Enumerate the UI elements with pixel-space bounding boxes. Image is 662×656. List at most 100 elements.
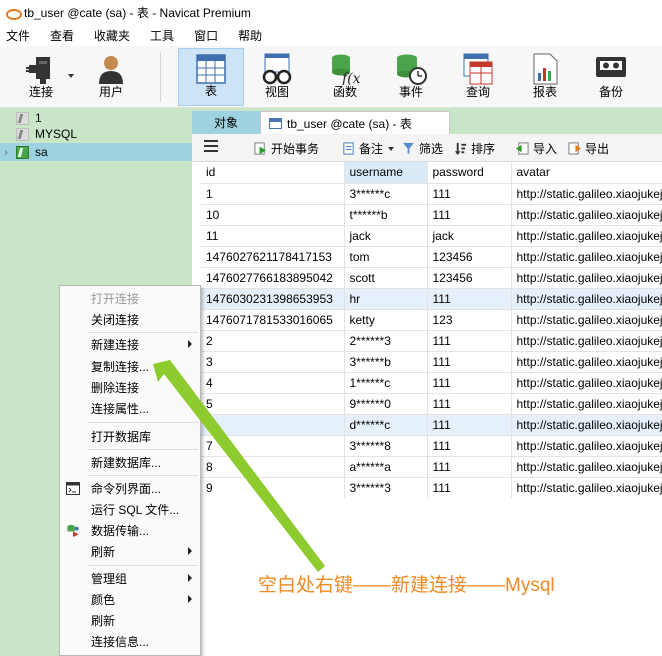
table-cell-password[interactable]: 111 — [427, 204, 512, 226]
table-cell-username[interactable]: jack — [344, 225, 428, 247]
table-cell-avatar[interactable]: http://static.galileo.xiaojukeji.com — [511, 330, 662, 352]
table-row[interactable]: 7 3******8 111 http://static.galileo.xiaoju… — [201, 435, 662, 457]
backup-button[interactable]: 备份 — [586, 48, 636, 106]
note-button[interactable]: 备注 — [342, 140, 395, 157]
menu-window[interactable]: 窗口 — [188, 27, 232, 44]
table-cell-avatar[interactable]: http://static.galileo.xiaojukeji.com — [511, 456, 662, 478]
menu-item-open-connection[interactable]: 打开连接 — [60, 288, 200, 309]
data-grid[interactable]: id username password avatar 1 3******c 111… — [201, 162, 662, 498]
table-cell-password[interactable]: 111 — [427, 477, 512, 498]
table-cell-id[interactable]: 10 — [201, 204, 345, 226]
table-button[interactable]: 表 — [178, 48, 244, 106]
menu-item-run-sql-file[interactable]: 运行 SQL 文件... — [60, 499, 200, 520]
view-button[interactable]: 视图 — [250, 48, 304, 106]
table-cell-id[interactable]: 1476071781533016065 — [201, 309, 345, 331]
menu-item-manage-group[interactable]: 管理组 — [60, 568, 200, 589]
export-button[interactable]: 导出 — [568, 140, 609, 157]
menu-tools[interactable]: 工具 — [144, 27, 188, 44]
menu-view[interactable]: 查看 — [44, 27, 88, 44]
menu-favorites[interactable]: 收藏夹 — [88, 27, 144, 44]
table-cell-password[interactable]: 111 — [427, 351, 512, 373]
table-cell-password[interactable]: 123 — [427, 309, 512, 331]
table-cell-avatar[interactable]: http://static.galileo.xiaojukeji.com — [511, 288, 662, 310]
table-row[interactable]: 11 jack jack http://static.galileo.xiaojuke… — [201, 225, 662, 247]
table-cell-username[interactable]: t******b — [344, 204, 428, 226]
query-button[interactable]: 查询 — [450, 48, 506, 106]
menu-item-data-transfer[interactable]: 数据传输... — [60, 520, 200, 541]
tree-item-mysql[interactable]: MYSQL — [0, 125, 192, 143]
function-button[interactable]: f(x) 函数 — [318, 48, 372, 106]
table-cell-username[interactable]: hr — [344, 288, 428, 310]
table-cell-password[interactable]: 123456 — [427, 246, 512, 268]
table-row[interactable]: 3 3******b 111 http://static.galileo.xiaoju… — [201, 351, 662, 373]
table-cell-username[interactable]: scott — [344, 267, 428, 289]
table-cell-avatar[interactable]: http://static.galileo.xiaojukeji.com — [511, 246, 662, 268]
menu-item-connection-properties[interactable]: 连接属性... — [60, 398, 200, 419]
table-row[interactable]: 6 d******c 111 http://static.galileo.xiaoju… — [201, 414, 662, 436]
table-row[interactable]: 5 9******0 111 http://static.galileo.xiaoju… — [201, 393, 662, 415]
table-cell-password[interactable]: 111 — [427, 393, 512, 415]
table-row[interactable]: 1476027766183895042 scott 123456 http://sta… — [201, 267, 662, 289]
menu-icon[interactable] — [204, 140, 218, 152]
table-cell-username[interactable]: 3******c — [344, 183, 428, 205]
table-cell-id[interactable]: 9 — [201, 477, 345, 498]
event-button[interactable]: 事件 — [384, 48, 438, 106]
tab-objects[interactable]: 对象 — [192, 111, 260, 134]
menu-item-copy-connection[interactable]: 复制连接... — [60, 356, 200, 377]
sort-button[interactable]: 排序 — [454, 140, 495, 157]
table-row[interactable]: 10 t******b 111 http://static.galileo.xiaoj… — [201, 204, 662, 226]
table-cell-password[interactable]: 111 — [427, 456, 512, 478]
menu-item-command-line[interactable]: 命令列界面... — [60, 478, 200, 499]
table-row[interactable]: 8 a******a 111 http://static.galileo.xiaoju… — [201, 456, 662, 478]
table-cell-id[interactable]: 2 — [201, 330, 345, 352]
table-cell-password[interactable]: 111 — [427, 414, 512, 436]
table-cell-username[interactable]: 3******3 — [344, 477, 428, 498]
table-cell-username[interactable]: a******a — [344, 456, 428, 478]
report-button[interactable]: 报表 — [520, 48, 570, 106]
menu-file[interactable]: 文件 — [0, 27, 44, 44]
import-button[interactable]: 导入 — [516, 140, 557, 157]
menu-item-connection-info[interactable]: 连接信息... — [60, 631, 200, 652]
tab-table[interactable]: tb_user @cate (sa) - 表 — [260, 111, 450, 134]
user-button[interactable]: 用户 — [86, 48, 136, 106]
table-row[interactable]: 1476027621178417153 tom 123456 http://stati… — [201, 246, 662, 268]
table-cell-id[interactable]: 8 — [201, 456, 345, 478]
menu-item-refresh[interactable]: 刷新 — [60, 610, 200, 631]
table-cell-avatar[interactable]: http://static.galileo.xiaojukeji.com — [511, 183, 662, 205]
table-cell-avatar[interactable]: http://static.galileo.xiaojukeji.com — [511, 372, 662, 394]
tree-item-sa[interactable]: › sa — [0, 143, 192, 161]
table-cell-avatar[interactable]: http://static.galileo.xiaojukeji.com — [511, 225, 662, 247]
table-cell-avatar[interactable]: http://static.galileo.xiaojukeji.com — [511, 477, 662, 498]
table-cell-password[interactable]: 111 — [427, 330, 512, 352]
table-cell-password[interactable]: 111 — [427, 372, 512, 394]
table-row[interactable]: 1 3******c 111 http://static.galileo.xiaoju… — [201, 183, 662, 205]
begin-transaction-button[interactable]: 开始事务 — [254, 140, 319, 157]
table-cell-id[interactable]: 3 — [201, 351, 345, 373]
table-cell-password[interactable]: 111 — [427, 435, 512, 457]
table-cell-avatar[interactable]: http://static.galileo.xiaojukeji.com — [511, 435, 662, 457]
table-cell-username[interactable]: 2******3 — [344, 330, 428, 352]
menu-item-refresh-submenu[interactable]: 刷新 — [60, 541, 200, 562]
table-cell-id[interactable]: 1476027621178417153 — [201, 246, 345, 268]
table-cell-username[interactable]: 9******0 — [344, 393, 428, 415]
column-header-id[interactable]: id — [201, 162, 345, 184]
table-cell-username[interactable]: 3******8 — [344, 435, 428, 457]
chevron-down-icon[interactable] — [388, 146, 395, 151]
table-row[interactable]: 4 1******c 111 http://static.galileo.xiaoju… — [201, 372, 662, 394]
chevron-down-icon[interactable] — [68, 74, 74, 78]
table-cell-username[interactable]: ketty — [344, 309, 428, 331]
table-cell-password[interactable]: jack — [427, 225, 512, 247]
table-cell-id[interactable]: 5 — [201, 393, 345, 415]
table-row[interactable]: 2 2******3 111 http://static.galileo.xiaoju… — [201, 330, 662, 352]
table-cell-avatar[interactable]: http://static.galileo.xiaojukeji.com — [511, 267, 662, 289]
table-cell-id[interactable]: 1476027766183895042 — [201, 267, 345, 289]
table-cell-id[interactable]: 11 — [201, 225, 345, 247]
table-cell-avatar[interactable]: http://static.galileo.xiaojukeji.com — [511, 393, 662, 415]
menu-item-new-database[interactable]: 新建数据库... — [60, 452, 200, 473]
menu-item-new-connection[interactable]: 新建连接 — [60, 334, 200, 355]
table-cell-username[interactable]: 3******b — [344, 351, 428, 373]
table-cell-password[interactable]: 123456 — [427, 267, 512, 289]
table-cell-username[interactable]: tom — [344, 246, 428, 268]
table-cell-id[interactable]: 1476030231398653953 — [201, 288, 345, 310]
menu-item-close-connection[interactable]: 关闭连接 — [60, 309, 200, 330]
